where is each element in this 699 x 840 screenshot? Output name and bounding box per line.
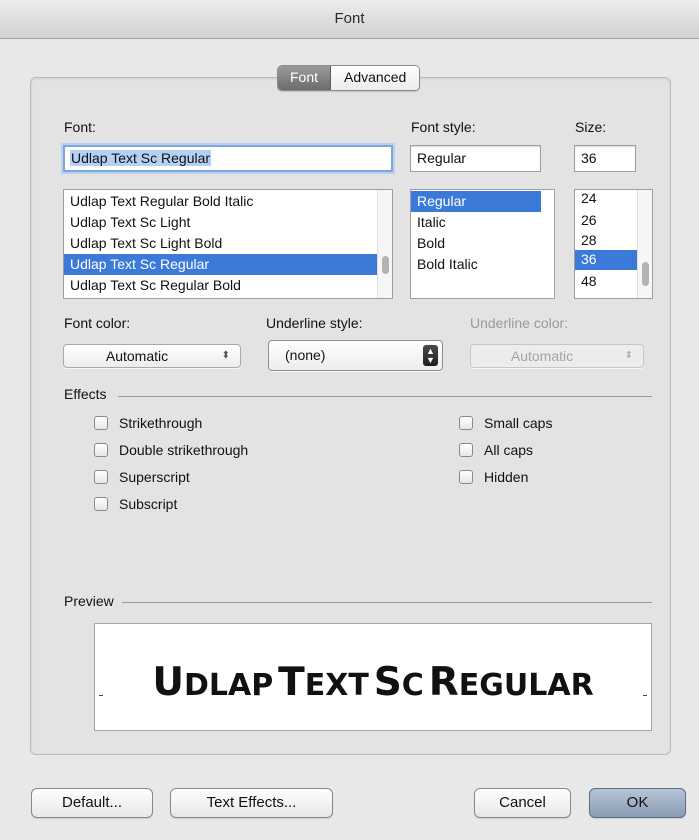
text-effects-button[interactable]: Text Effects... [170, 788, 333, 818]
underline-style-value: (none) [285, 347, 326, 363]
small-caps-checkbox[interactable]: Small caps [459, 415, 552, 431]
checkbox-box[interactable] [459, 443, 473, 457]
effects-divider [118, 396, 652, 397]
font-style-list[interactable]: Regular Italic Bold Bold Italic [410, 189, 555, 299]
font-list[interactable]: Udlap Text Regular Bold Italic Udlap Tex… [63, 189, 393, 299]
checkbox-box[interactable] [459, 470, 473, 484]
underline-color-popup: Automatic ⬍ [470, 344, 644, 368]
font-list-item[interactable]: Udlap Text Regular Bold Italic [64, 191, 392, 212]
size-label: Size: [575, 119, 607, 135]
size-input[interactable]: 36 [574, 145, 636, 172]
small-caps-label: Small caps [484, 415, 553, 431]
superscript-label: Superscript [119, 469, 190, 485]
effects-title: Effects [64, 386, 107, 402]
font-list-item[interactable]: Udlap Text Sc Light [64, 212, 392, 233]
font-style-item[interactable]: Italic [411, 212, 554, 233]
font-list-item-selected[interactable]: Udlap Text Sc Regular [64, 254, 392, 275]
font-name-input-value: Udlap Text Sc Regular [70, 150, 212, 166]
checkbox-box[interactable] [459, 416, 473, 430]
default-button[interactable]: Default... [31, 788, 153, 818]
strikethrough-checkbox[interactable]: Strikethrough [94, 415, 202, 431]
size-list-item[interactable]: 48 [575, 270, 637, 290]
all-caps-label: All caps [484, 442, 534, 458]
window-title: Font [0, 0, 699, 39]
tab-font[interactable]: Font [278, 66, 332, 90]
preview-divider [122, 602, 652, 603]
preview-title: Preview [64, 593, 114, 609]
underline-style-popup[interactable]: (none) ▲ ▼ [268, 340, 443, 371]
size-list-scroll-thumb[interactable] [642, 262, 649, 286]
subscript-checkbox[interactable]: Subscript [94, 496, 177, 512]
size-list[interactable]: 24 26 28 36 48 [574, 189, 653, 299]
popup-arrows-icon: ▲ ▼ [423, 345, 438, 366]
cancel-button[interactable]: Cancel [474, 788, 571, 818]
font-color-label: Font color: [64, 315, 131, 331]
underline-color-value: Automatic [510, 348, 574, 364]
popup-arrows-icon: ⬍ [624, 350, 633, 361]
superscript-checkbox[interactable]: Superscript [94, 469, 190, 485]
double-strikethrough-label: Double strikethrough [119, 442, 249, 458]
all-caps-checkbox[interactable]: All caps [459, 442, 533, 458]
tab-advanced[interactable]: Advanced [331, 66, 420, 90]
font-list-item[interactable]: Udlap Text Sc Light Bold [64, 233, 392, 254]
checkbox-box[interactable] [94, 470, 108, 484]
checkbox-box[interactable] [94, 497, 108, 511]
hidden-checkbox[interactable]: Hidden [459, 469, 528, 485]
tab-bar: Font Advanced [277, 65, 421, 91]
font-style-item[interactable]: Bold Italic [411, 254, 554, 275]
preview-box: UDLAP TEXT SC REGULAR [94, 623, 652, 731]
preview-sample-text: UDLAP TEXT SC REGULAR [152, 660, 594, 705]
size-list-item[interactable]: 26 [575, 210, 637, 230]
double-strikethrough-checkbox[interactable]: Double strikethrough [94, 442, 248, 458]
underline-style-label: Underline style: [266, 315, 363, 331]
underline-color-label: Underline color: [470, 315, 569, 331]
font-color-value: Automatic [105, 348, 169, 364]
subscript-label: Subscript [119, 496, 178, 512]
popup-arrows-icon: ⬍ [221, 350, 230, 361]
strikethrough-label: Strikethrough [119, 415, 203, 431]
size-list-scrollbar[interactable] [637, 190, 652, 298]
size-list-item[interactable]: 24 [575, 190, 637, 210]
checkbox-box[interactable] [94, 416, 108, 430]
font-color-popup[interactable]: Automatic ⬍ [63, 344, 241, 368]
font-label: Font: [64, 119, 96, 135]
font-list-scrollbar[interactable] [377, 190, 392, 298]
font-style-input[interactable]: Regular [410, 145, 541, 172]
checkbox-box[interactable] [94, 443, 108, 457]
font-style-item[interactable]: Bold [411, 233, 554, 254]
ok-button[interactable]: OK [589, 788, 686, 818]
font-name-input[interactable]: Udlap Text Sc Regular [63, 145, 393, 172]
size-list-item[interactable]: 28 [575, 230, 637, 250]
font-style-label: Font style: [411, 119, 476, 135]
baseline-marker-left [99, 695, 103, 696]
font-style-item-selected[interactable]: Regular [411, 191, 541, 212]
size-list-item-selected[interactable]: 36 [575, 250, 637, 270]
baseline-marker-right [643, 695, 647, 696]
font-list-item[interactable]: Udlap Text Sc Regular Bold [64, 275, 392, 296]
font-list-scroll-thumb[interactable] [382, 256, 389, 274]
hidden-label: Hidden [484, 469, 529, 485]
